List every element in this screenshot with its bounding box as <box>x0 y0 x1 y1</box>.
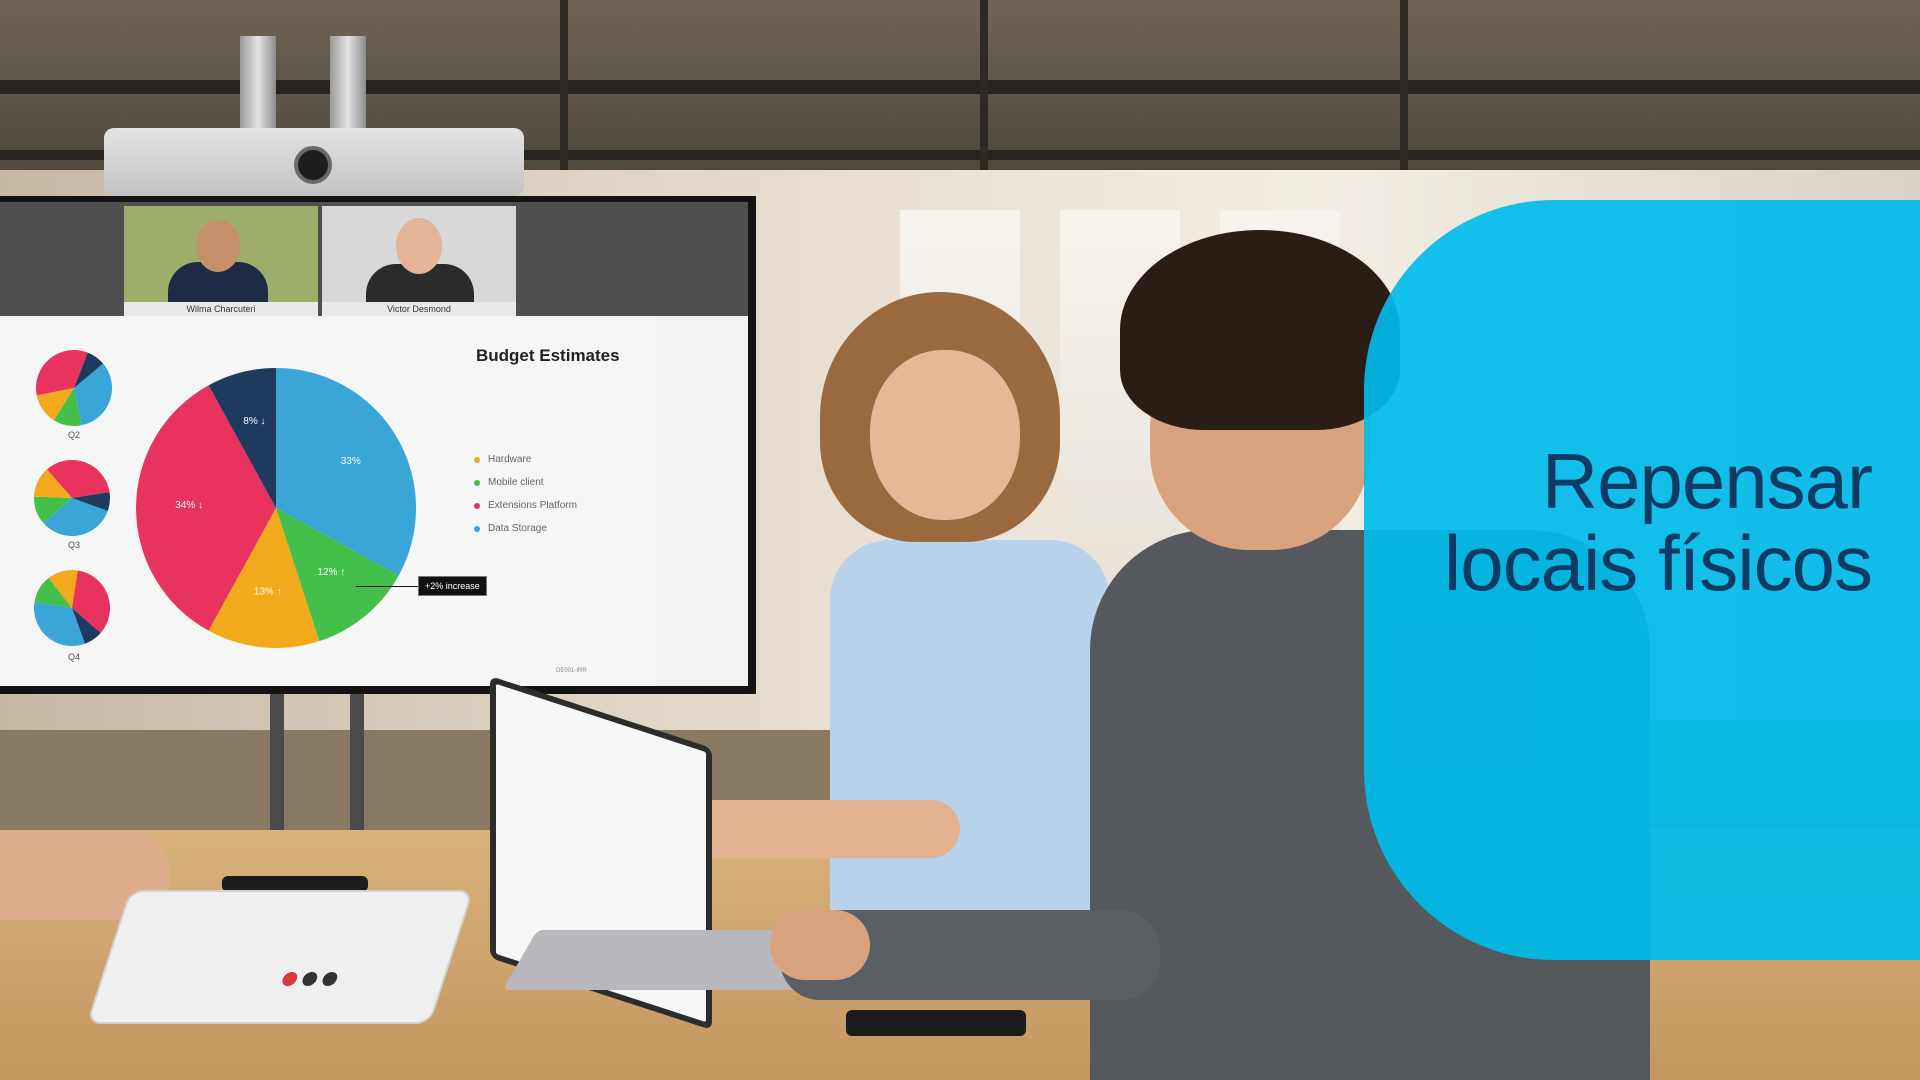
woman-person <box>830 540 1110 930</box>
headline-line-2: locais físicos <box>1443 519 1873 607</box>
participant-avatar <box>196 220 240 272</box>
participant-tile[interactable]: Wilma Charcuteri <box>124 206 318 316</box>
slide-footer: DE001-IRR <box>556 668 587 674</box>
quarter-label: Q4 <box>68 652 81 662</box>
participant-tile[interactable]: Victor Desmond <box>322 206 516 316</box>
chart-legend: Hardware Mobile client Extensions Platfo… <box>474 448 577 540</box>
camera-lens-icon <box>294 146 332 184</box>
legend-swatch <box>474 502 480 509</box>
legend-label: Hardware <box>488 454 532 465</box>
ceiling-truss <box>560 0 568 180</box>
video-icon <box>320 972 340 986</box>
headline: Repensar locais físicos <box>1443 437 1873 607</box>
man-hair <box>1120 230 1400 430</box>
pie-data-label: 33% <box>341 456 361 467</box>
quarter-label: Q3 <box>68 540 81 550</box>
legend-item: Hardware <box>474 448 577 471</box>
participant-name: Victor Desmond <box>322 302 516 316</box>
mute-icon <box>300 972 320 986</box>
quarter-label: Q2 <box>68 430 81 440</box>
pie-data-label: 12% ↑ <box>317 567 345 578</box>
participant-name: Wilma Charcuteri <box>124 302 318 316</box>
participant-avatar <box>396 218 442 274</box>
pie-data-label: 34% ↓ <box>175 500 203 511</box>
ceiling-beam <box>0 80 1920 94</box>
display-screen: Wilma Charcuteri Victor Desmond Budget E… <box>0 196 756 694</box>
video-camera-device <box>104 128 524 196</box>
camera-mount-pole <box>240 36 276 132</box>
headline-line-1: Repensar <box>1541 437 1873 525</box>
legend-item: Data Storage <box>474 517 577 540</box>
ceiling-truss <box>1400 0 1408 180</box>
legend-item: Extensions Platform <box>474 494 577 517</box>
legend-swatch <box>474 525 480 532</box>
pie-data-label: 8% ↓ <box>243 416 265 427</box>
legend-label: Extensions Platform <box>488 500 577 511</box>
woman-face <box>870 350 1020 520</box>
camera-mount-pole <box>330 36 366 132</box>
end-call-icon <box>280 972 300 986</box>
smartphone <box>846 1010 1026 1036</box>
man-hand <box>770 910 870 980</box>
callout-box: +2% increase <box>418 576 487 596</box>
touch-controller-tablet <box>86 890 474 1024</box>
ceiling-truss <box>980 0 988 180</box>
legend-item: Mobile client <box>474 471 577 494</box>
callout-connector <box>356 586 418 587</box>
legend-swatch <box>474 456 480 463</box>
legend-label: Mobile client <box>488 477 544 488</box>
screen-content: Wilma Charcuteri Victor Desmond Budget E… <box>0 202 748 686</box>
legend-swatch <box>474 479 480 486</box>
presentation-slide: Budget Estimates 33% 12% ↑ 13% ↑ 34% ↓ 8% ↓ … <box>0 318 656 686</box>
legend-label: Data Storage <box>488 523 547 534</box>
pie-data-label: 13% ↑ <box>254 586 282 597</box>
